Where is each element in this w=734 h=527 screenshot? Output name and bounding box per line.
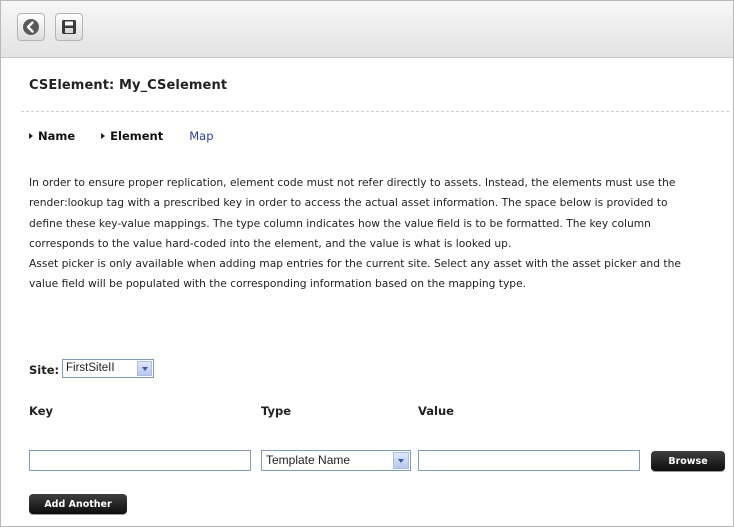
tab-bar: Name Element Map	[29, 129, 240, 143]
chevron-down-icon[interactable]	[137, 361, 152, 376]
value-column-header: Value	[418, 404, 454, 418]
tab-label: Name	[38, 129, 76, 143]
map-description: In order to ensure proper replication, e…	[29, 173, 729, 295]
toolbar	[1, 1, 733, 58]
description-line: define these key-value mappings. The typ…	[29, 216, 651, 230]
description-line: corresponds to the value hard-coded into…	[29, 236, 512, 250]
caret-right-icon	[29, 133, 33, 139]
key-column-header: Key	[29, 404, 54, 418]
tab-element[interactable]: Element	[101, 129, 163, 143]
tab-name[interactable]: Name	[29, 129, 75, 143]
description-line: value field will be populated with the c…	[29, 277, 527, 291]
value-input[interactable]	[418, 450, 640, 471]
description-line: render:lookup tag with a prescribed key …	[29, 196, 668, 210]
site-label: Site:	[29, 363, 60, 377]
title-divider	[21, 111, 729, 112]
chevron-down-icon[interactable]	[393, 452, 409, 469]
description-line: Asset picker is only available when addi…	[29, 257, 681, 271]
browse-button[interactable]: Browse	[651, 451, 725, 471]
add-another-button[interactable]: Add Another	[29, 494, 127, 514]
description-line: In order to ensure proper replication, e…	[29, 176, 676, 189]
key-input[interactable]	[29, 450, 251, 471]
caret-right-icon	[101, 133, 106, 139]
site-selected-value: FirstSiteII	[66, 362, 115, 374]
back-arrow-icon	[23, 19, 39, 35]
type-column-header: Type	[261, 404, 292, 418]
save-button[interactable]	[55, 13, 83, 41]
cselement-map-panel: CSElement: My_CSelement Name Element Map…	[0, 0, 734, 527]
save-disk-icon	[62, 20, 76, 34]
tab-label: Map	[189, 129, 214, 143]
tab-map[interactable]: Map	[189, 129, 213, 143]
tab-label: Element	[110, 129, 164, 143]
type-selected-value: Template Name	[266, 453, 351, 467]
page-title: CSElement: My_CSelement	[29, 78, 228, 93]
type-select[interactable]: Template Name	[261, 450, 411, 471]
site-select[interactable]: FirstSiteII	[62, 359, 154, 378]
back-button[interactable]	[17, 13, 45, 41]
